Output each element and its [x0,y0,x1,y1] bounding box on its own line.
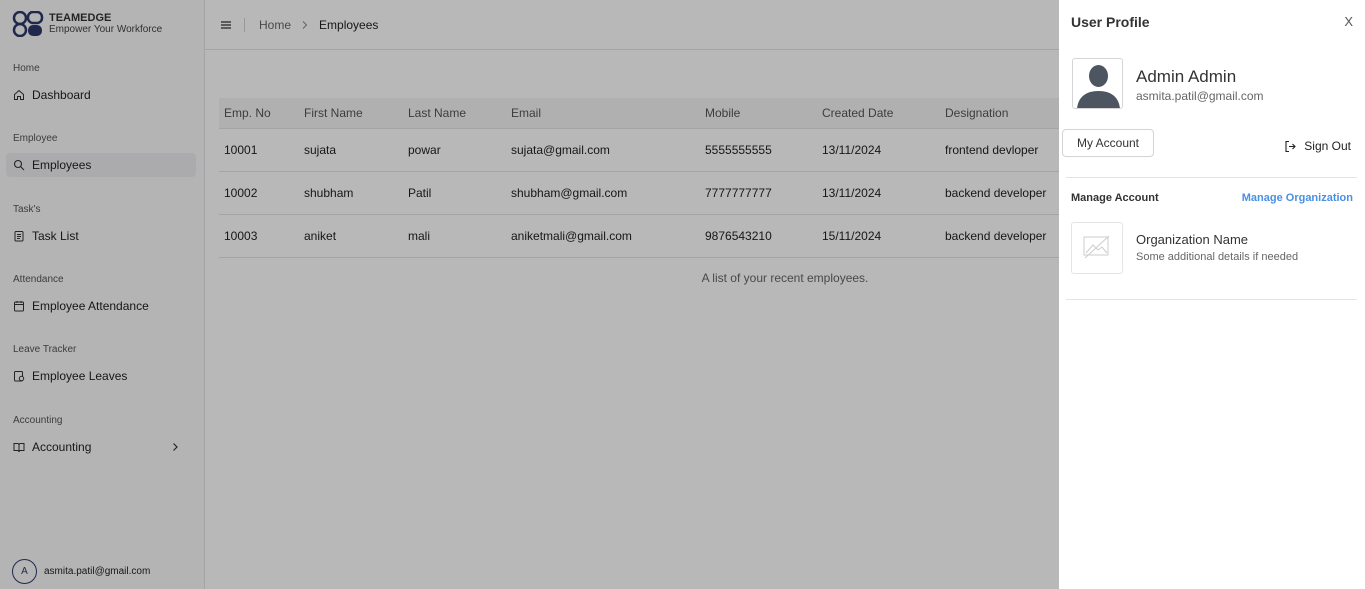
my-account-button[interactable]: My Account [1062,129,1154,157]
close-button[interactable]: X [1344,14,1353,29]
manage-account-heading: Manage Account [1071,192,1159,204]
panel-title: User Profile [1071,14,1150,30]
organization-name: Organization Name [1136,232,1248,247]
organization-logo [1071,222,1123,274]
profile-email: asmita.patil@gmail.com [1136,89,1264,103]
image-placeholder-icon [1083,235,1110,259]
user-profile-panel: User Profile X Admin Admin asmita.patil@… [1059,0,1365,589]
user-silhouette-icon [1077,65,1120,108]
profile-avatar [1072,58,1123,109]
sign-out-icon [1285,140,1297,152]
organization-details: Some additional details if needed [1136,251,1299,263]
divider [1066,299,1357,300]
divider [1066,177,1357,178]
sign-out-button[interactable]: Sign Out [1284,139,1351,153]
sign-out-label: Sign Out [1304,139,1351,153]
manage-organization-link[interactable]: Manage Organization [1242,192,1353,204]
profile-name: Admin Admin [1136,67,1237,86]
